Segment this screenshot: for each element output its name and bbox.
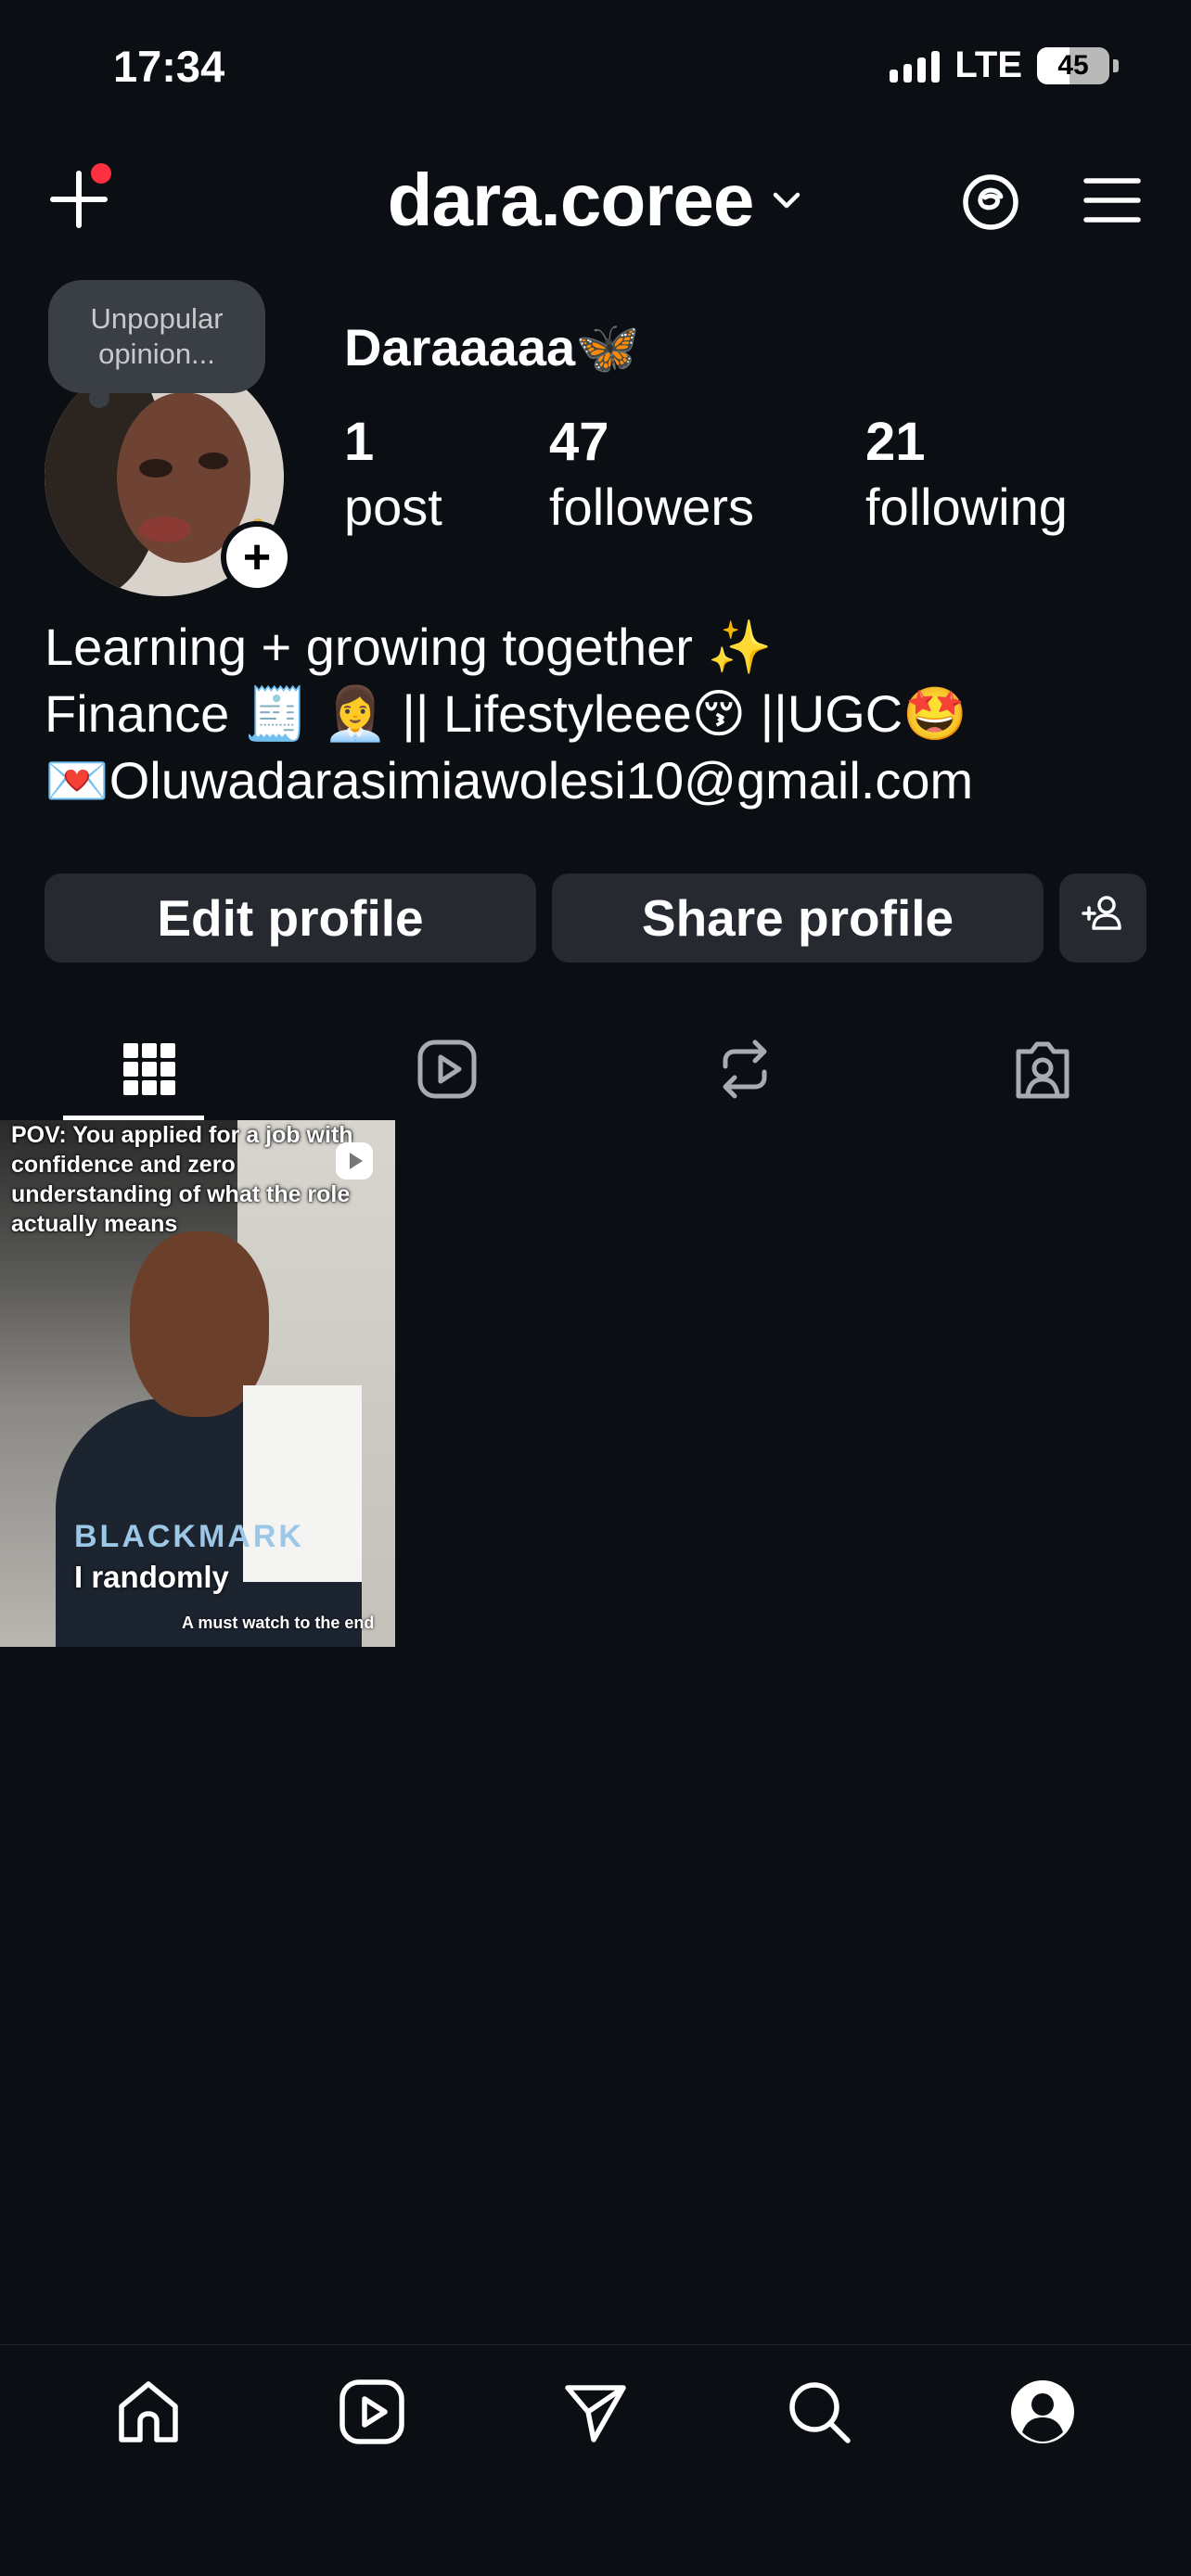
post-footer-text: A must watch to the end <box>182 1613 375 1632</box>
discover-people-button[interactable] <box>1059 874 1146 963</box>
reels-icon <box>416 1039 478 1104</box>
edit-profile-button[interactable]: Edit profile <box>45 874 536 963</box>
stat-count: 21 <box>865 412 926 472</box>
post-shirt-text: BLACKMARK <box>74 1519 304 1554</box>
search-icon <box>786 2378 852 2450</box>
stat-followers[interactable]: 47 followers <box>549 410 754 540</box>
note-line-2: opinion... <box>98 338 215 370</box>
chevron-down-icon <box>770 184 803 217</box>
tab-reels[interactable] <box>298 1020 596 1122</box>
username: dara.coree <box>387 159 755 241</box>
network-label: LTE <box>954 45 1022 85</box>
stat-label: following <box>865 478 1068 536</box>
note-bubble[interactable]: Unpopular opinion... <box>48 280 265 393</box>
home-icon <box>114 2378 183 2452</box>
tab-tagged[interactable] <box>893 1020 1191 1122</box>
bio-line: Learning + growing together ✨ <box>45 618 773 676</box>
nav-profile[interactable] <box>987 2345 1098 2576</box>
tagged-icon <box>1011 1039 1074 1104</box>
display-name: Daraaaaa🦋 <box>344 318 640 376</box>
battery-percent: 45 <box>1057 49 1089 81</box>
bio: Learning + growing together ✨ Finance 🧾 … <box>45 614 973 814</box>
add-person-icon <box>1081 888 1125 948</box>
stat-posts[interactable]: 1 post <box>344 410 442 540</box>
stat-label: post <box>344 478 442 536</box>
status-time: 17:34 <box>113 42 225 91</box>
reposts-icon <box>716 1039 774 1104</box>
stat-count: 1 <box>344 412 375 472</box>
grid-icon <box>122 1042 176 1101</box>
profile-icon <box>1009 2378 1076 2450</box>
bio-email-link[interactable]: 💌Oluwadarasimiawolesi10@gmail.com <box>45 747 973 814</box>
nav-home[interactable] <box>93 2345 204 2576</box>
direct-message-icon <box>562 2378 629 2450</box>
nav-search[interactable] <box>763 2345 875 2576</box>
note-line-1: Unpopular <box>90 302 224 335</box>
note-bubble-tail <box>89 388 109 408</box>
stat-count: 47 <box>549 412 609 472</box>
nav-messages[interactable] <box>540 2345 651 2576</box>
add-story-plus-icon[interactable]: + <box>221 521 293 593</box>
status-indicators: LTE 45 <box>890 45 1119 86</box>
reel-badge-icon <box>334 1141 375 1186</box>
share-profile-button[interactable]: Share profile <box>552 874 1044 963</box>
post-thumbnail[interactable]: BLACKMARK POV: You applied for a job wit… <box>0 1120 395 1647</box>
threads-icon[interactable] <box>957 169 1024 236</box>
tab-grid[interactable] <box>0 1020 298 1122</box>
reels-icon <box>339 2378 405 2450</box>
bottom-nav <box>0 2344 1191 2576</box>
stat-label: followers <box>549 478 754 536</box>
stat-following[interactable]: 21 following <box>865 410 1068 540</box>
menu-icon[interactable] <box>1082 172 1143 228</box>
battery-icon: 45 <box>1037 46 1109 84</box>
bio-line: Finance 🧾 👩‍💼 || Lifestyleee😚 ||UGC🤩 <box>45 684 967 743</box>
tab-reposts[interactable] <box>596 1020 893 1122</box>
signal-icon <box>890 49 941 83</box>
post-overlay-text: I randomly <box>74 1560 229 1594</box>
profile-tabs <box>0 1020 1191 1122</box>
nav-reels[interactable] <box>316 2345 428 2576</box>
